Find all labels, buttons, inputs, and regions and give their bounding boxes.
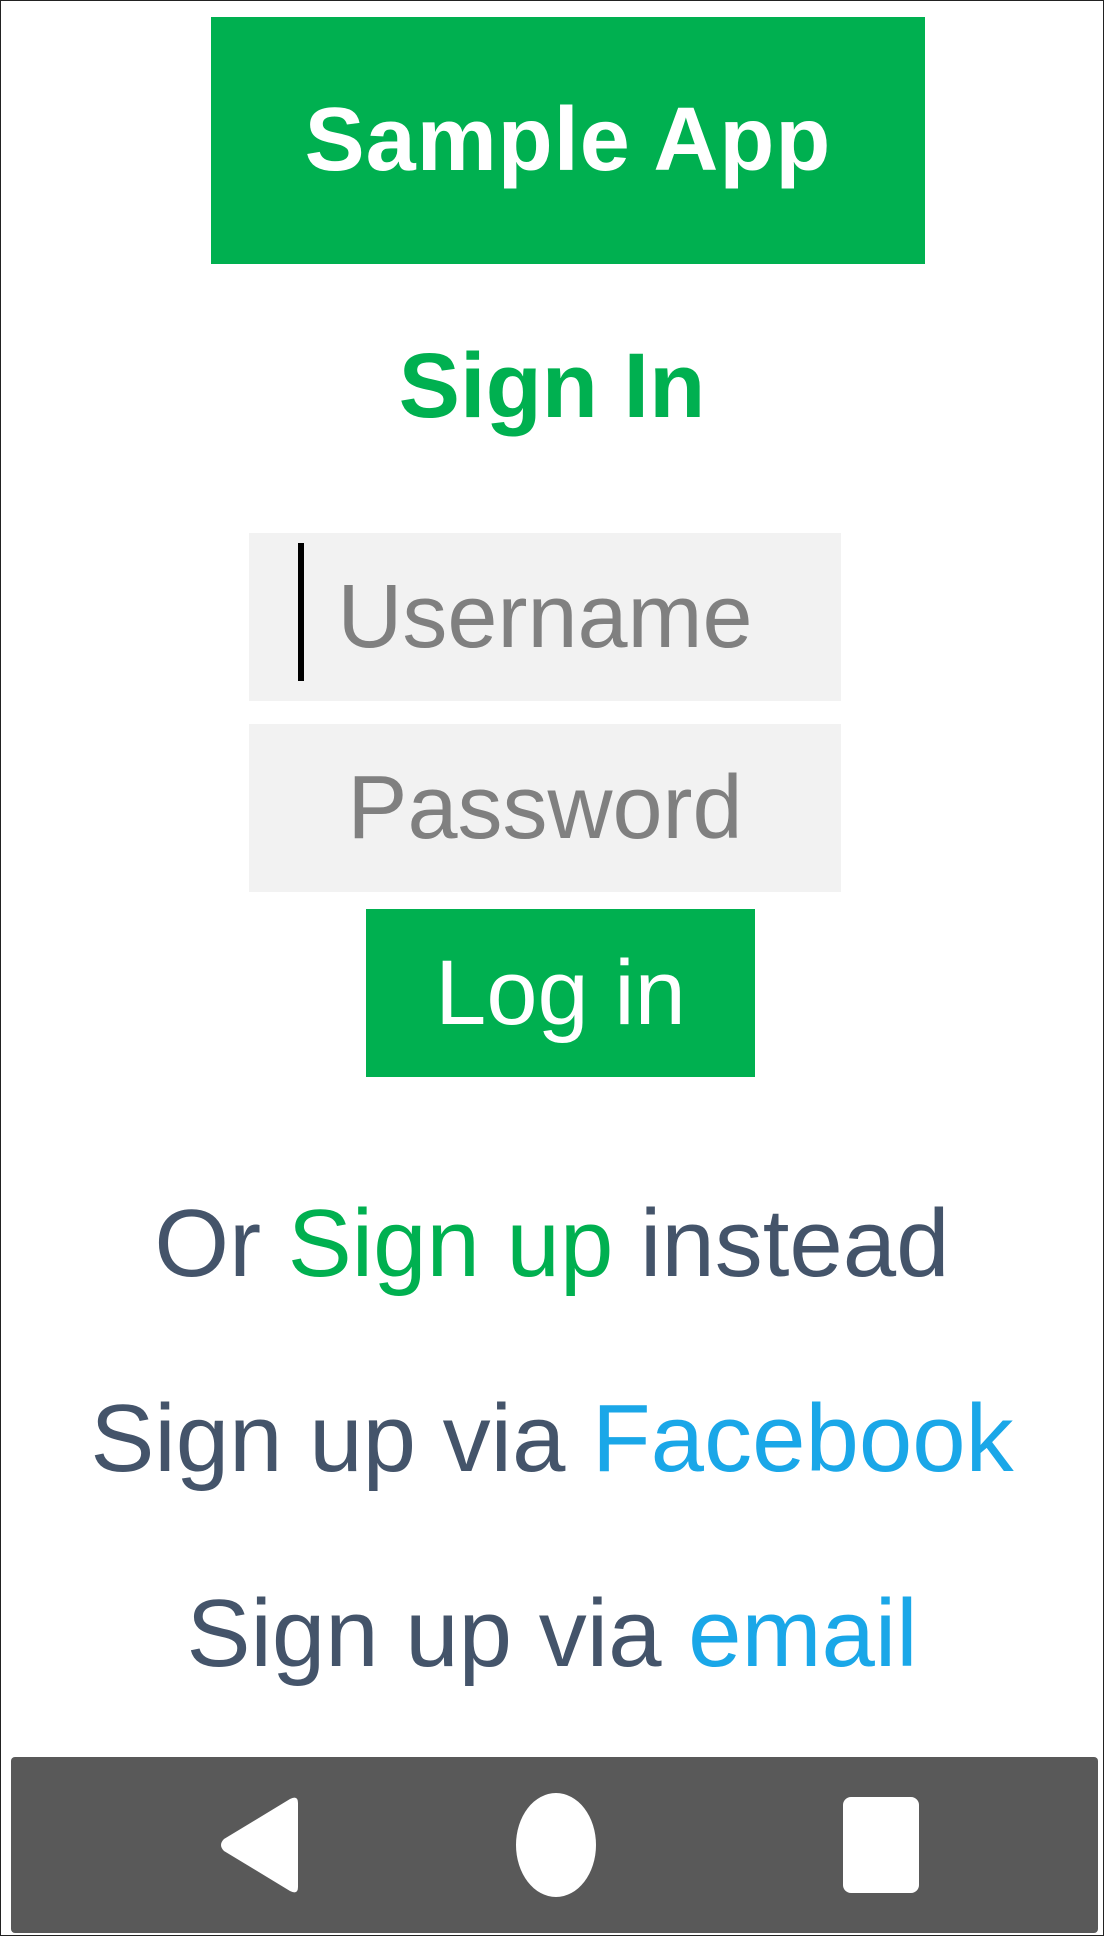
- username-input[interactable]: [249, 533, 841, 701]
- back-button[interactable]: [161, 1757, 361, 1933]
- system-navigation-bar: [11, 1757, 1098, 1933]
- recent-apps-square-icon: [843, 1797, 919, 1893]
- home-button[interactable]: [456, 1757, 656, 1933]
- recent-apps-button[interactable]: [781, 1757, 981, 1933]
- facebook-link[interactable]: Facebook: [592, 1385, 1014, 1492]
- email-prefix: Sign up via: [186, 1580, 689, 1687]
- facebook-sign-up-line: Sign up via Facebook: [1, 1384, 1103, 1494]
- facebook-prefix: Sign up via: [90, 1385, 593, 1492]
- sign-up-suffix: instead: [613, 1190, 950, 1297]
- home-circle-icon: [516, 1793, 596, 1897]
- sign-up-link[interactable]: Sign up: [288, 1190, 614, 1297]
- app-title-banner: Sample App: [211, 17, 925, 264]
- sign-up-line: Or Sign up instead: [1, 1189, 1103, 1299]
- text-cursor: [298, 543, 304, 681]
- sign-in-screen: Sample App Sign In Log in Or Sign up ins…: [0, 0, 1104, 1936]
- email-link[interactable]: email: [688, 1580, 917, 1687]
- log-in-button[interactable]: Log in: [366, 909, 755, 1077]
- sign-in-heading: Sign In: [398, 335, 706, 437]
- email-sign-up-line: Sign up via email: [1, 1579, 1103, 1689]
- sign-up-prefix: Or: [154, 1190, 288, 1297]
- password-input[interactable]: [249, 724, 841, 892]
- app-title: Sample App: [304, 90, 832, 190]
- back-triangle-icon: [221, 1797, 298, 1893]
